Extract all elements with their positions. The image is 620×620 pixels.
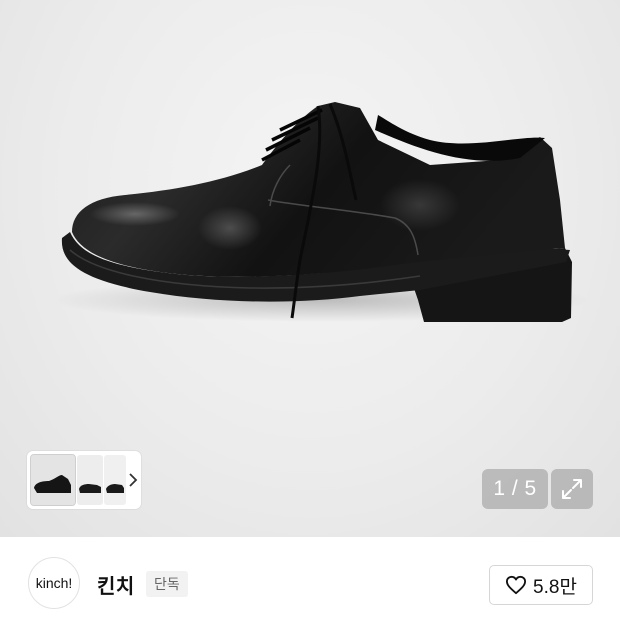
brand-name[interactable]: 킨치 [97, 570, 135, 599]
brand-logo-text: kinch! [35, 575, 73, 591]
page-counter: 1 / 5 [482, 469, 548, 509]
seller-bar: kinch! 킨치 단독 5.8만 [0, 537, 620, 620]
like-count: 5.8만 [533, 576, 577, 598]
product-image-gallery[interactable]: 1 / 5 [0, 0, 620, 537]
heart-icon [506, 575, 527, 595]
expand-button[interactable] [551, 469, 593, 509]
thumbnail-strip [27, 451, 141, 509]
brand-logo[interactable]: kinch! [28, 557, 80, 609]
chevron-right-icon[interactable] [127, 455, 139, 505]
thumbnail-3[interactable] [104, 455, 126, 505]
exclusive-badge: 단독 [146, 571, 188, 597]
expand-icon [562, 479, 582, 499]
like-button[interactable]: 5.8만 [489, 565, 593, 605]
thumbnail-2[interactable] [77, 455, 103, 505]
thumbnail-1[interactable] [30, 454, 76, 506]
